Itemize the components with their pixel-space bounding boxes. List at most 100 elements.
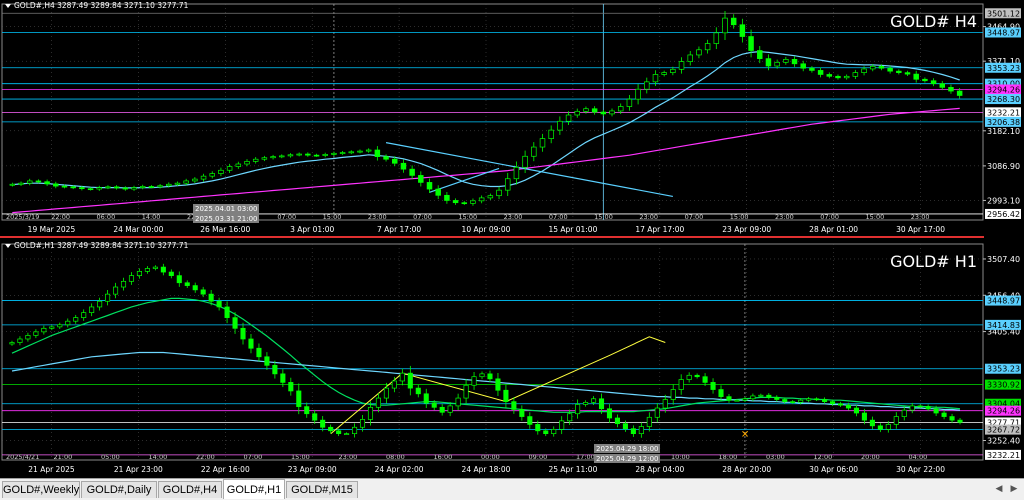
candle-body	[423, 393, 429, 404]
price-level-label: 3353.23	[987, 64, 1020, 73]
candle-body	[742, 398, 748, 401]
crosshair-time-label: 2025.04.01 03:00	[195, 205, 257, 213]
candle-body	[614, 417, 620, 425]
pane-background	[0, 240, 1024, 478]
candle-body	[702, 376, 708, 383]
candle-body	[487, 195, 494, 199]
candle-body	[105, 293, 111, 302]
candle-body	[853, 407, 859, 414]
candle-body	[96, 187, 102, 190]
x-minor-tick-label: 17:00	[576, 453, 595, 461]
candle-body	[503, 389, 509, 402]
candle-body	[948, 87, 954, 92]
candle-body	[622, 423, 628, 430]
candle-body	[348, 151, 355, 154]
candle-body	[766, 394, 772, 398]
x-minor-tick-label: 2025/3/19	[6, 213, 39, 221]
candle-body	[35, 180, 42, 183]
candle-body	[662, 399, 668, 409]
candle-body	[678, 379, 684, 390]
x-tick-label: 24 Apr 18:00	[462, 465, 511, 474]
candle-body	[400, 162, 407, 170]
candle-body	[826, 74, 833, 77]
candle-body	[359, 419, 366, 428]
candle-body	[843, 75, 850, 79]
candle-body	[279, 155, 285, 158]
tab-gold-daily[interactable]: GOLD#,Daily	[81, 481, 157, 498]
candle-body	[806, 398, 812, 401]
x-minor-tick-label: 07:00	[244, 453, 263, 461]
crosshair-time-label: 2025.04.29 12:00	[596, 455, 658, 463]
x-minor-tick-label: 06:00	[96, 213, 115, 221]
price-level-label: 3206.38	[987, 118, 1020, 127]
candle-body	[917, 405, 923, 408]
candle-body	[287, 154, 294, 157]
candle-body	[418, 175, 424, 183]
candle-body	[439, 406, 445, 413]
x-minor-tick-label: 15:00	[866, 213, 885, 221]
candle-body	[557, 120, 563, 131]
triangle-right-icon[interactable]: ▶	[1007, 482, 1021, 497]
candle-body	[120, 280, 127, 288]
candle-body	[18, 182, 24, 185]
candle-body	[235, 163, 242, 167]
x-minor-tick-label: 15:00	[291, 453, 310, 461]
candle-body	[409, 168, 415, 176]
candle-body	[877, 425, 883, 430]
x-minor-tick-label: 04:00	[909, 453, 928, 461]
candle-body	[160, 266, 166, 273]
candle-body	[447, 405, 453, 413]
candle-body	[25, 335, 31, 340]
candle-body	[61, 185, 68, 188]
candle-body	[49, 326, 55, 329]
candle-body	[861, 412, 867, 421]
candle-body	[782, 399, 788, 402]
candle-body	[97, 300, 103, 308]
candle-body	[513, 166, 520, 180]
x-minor-tick-label: 20:00	[861, 453, 880, 461]
candle-body	[852, 72, 859, 77]
candle-body	[392, 158, 398, 164]
x-minor-tick-label: 23:00	[368, 213, 387, 221]
pane-background	[0, 0, 1024, 238]
candle-body	[339, 152, 346, 154]
x-minor-tick-label: 10:00	[671, 453, 690, 461]
mt4-chart-window: 3464.90 3371.10 3182.10 3086.90 2993.10 3501.…	[0, 0, 1024, 500]
candle-body	[455, 397, 461, 407]
candle-body	[305, 153, 311, 156]
candle-body	[913, 73, 919, 80]
candle-body	[383, 156, 389, 160]
tab-gold-m15[interactable]: GOLD#,M15	[286, 481, 358, 498]
candle-body	[357, 150, 363, 153]
candle-body	[933, 408, 939, 414]
candle-body	[261, 157, 268, 160]
candle-body	[574, 110, 580, 116]
candle-body	[399, 372, 405, 382]
candle-body	[176, 275, 182, 284]
candle-body	[89, 306, 95, 313]
triangle-left-icon[interactable]: ◀	[992, 482, 1006, 497]
cross-marker-icon: ✕	[741, 430, 749, 441]
candle-body	[591, 398, 597, 403]
x-tick-label: 28 Apr 04:00	[635, 465, 684, 474]
h1-chart-pane[interactable]: ✕3507.403456.403405.403252.403448.973414…	[0, 240, 1024, 478]
candle-body	[543, 430, 549, 435]
candle-body	[817, 70, 824, 75]
candle-body	[591, 108, 598, 113]
tab-gold-h4[interactable]: GOLD#,H4	[158, 481, 222, 498]
candle-body	[344, 433, 350, 436]
h4-chart-pane[interactable]: 3464.903371.103182.103086.902993.103501.…	[0, 0, 1024, 238]
candle-body	[352, 426, 358, 435]
x-tick-label: 3 Apr 01:00	[290, 225, 334, 234]
tab-gold-weekly[interactable]: GOLD#,Weekly	[2, 481, 80, 498]
candle-body	[730, 17, 737, 26]
candle-body	[105, 186, 111, 189]
tab-gold-h1[interactable]: GOLD#,H1	[223, 479, 285, 499]
candle-body	[9, 342, 15, 345]
candle-body	[896, 70, 902, 73]
candle-body	[583, 401, 589, 405]
candle-body	[209, 173, 215, 177]
candle-body	[885, 424, 891, 430]
candle-body	[678, 61, 685, 70]
candle-body	[470, 200, 476, 204]
